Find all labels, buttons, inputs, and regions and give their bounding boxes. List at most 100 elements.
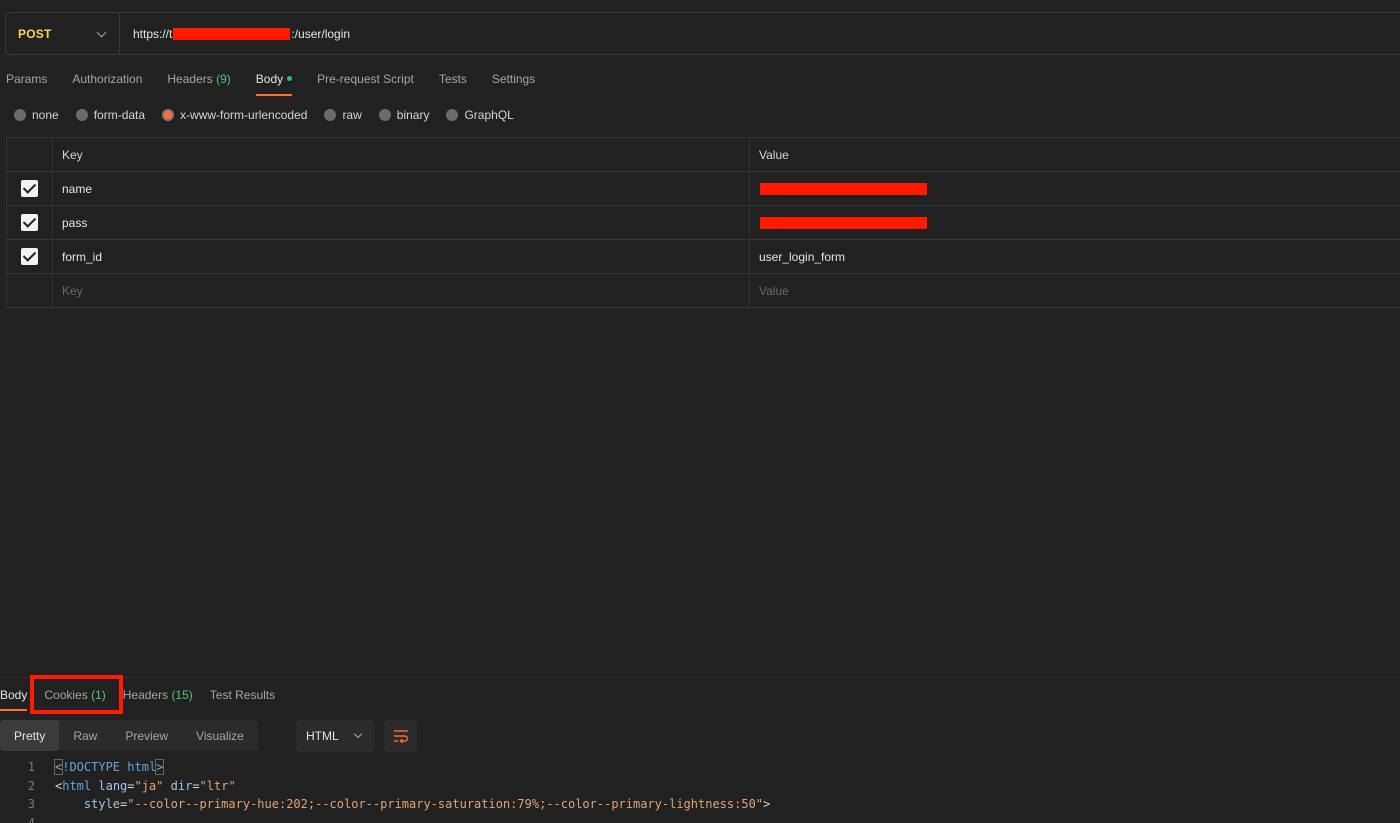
tab-params[interactable]: Params — [6, 66, 47, 96]
new-value-input[interactable]: Value — [750, 274, 1400, 307]
tab-label: Cookies — [44, 688, 88, 702]
tab-label: Params — [6, 72, 48, 86]
code-line: 1 <!DOCTYPE html> — [0, 758, 1400, 777]
radio-label: form-data — [93, 108, 146, 122]
radio-none[interactable]: none — [14, 108, 59, 122]
params-table: Key Value name pass form_id user_login_f… — [6, 137, 1400, 308]
value-cell[interactable] — [750, 172, 1400, 205]
radio-label: x-www-form-urlencoded — [180, 108, 308, 122]
value-redaction — [760, 182, 927, 195]
tab-count: (9) — [216, 72, 231, 86]
tab-tests[interactable]: Tests — [439, 66, 467, 96]
row-check-cell — [6, 274, 53, 307]
url-bar: POST https://t :/user/login — [5, 12, 1400, 55]
view-pretty[interactable]: Pretty — [0, 720, 60, 751]
language-select[interactable]: HTML — [296, 720, 375, 752]
url-prefix: https://t — [133, 26, 173, 41]
code-token: !DOCTYPE — [62, 760, 128, 775]
code-token: style — [83, 797, 121, 812]
row-check-cell — [6, 240, 53, 273]
code-token: > — [763, 797, 771, 812]
code-token: = — [127, 778, 135, 793]
table-header-row: Key Value — [6, 138, 1400, 172]
tab-label: Test Results — [209, 688, 276, 702]
code-token: > — [155, 759, 165, 776]
table-row: pass — [6, 206, 1400, 240]
new-param-row: Key Value — [6, 274, 1400, 308]
code-line: 4 — [0, 814, 1400, 823]
code-token: dir — [163, 778, 193, 793]
code-text: <html lang="ja" dir="ltr" — [35, 779, 236, 793]
view-mode-segmented: Pretty Raw Preview Visualize — [0, 720, 258, 751]
line-number: 1 — [27, 760, 35, 775]
code-token: html — [127, 760, 157, 775]
value-cell[interactable] — [750, 206, 1400, 239]
radio-label: binary — [396, 108, 430, 122]
response-tab-body[interactable]: Body — [0, 685, 28, 711]
view-visualize[interactable]: Visualize — [182, 720, 258, 751]
method-select[interactable]: POST — [6, 13, 120, 54]
response-tabs: Body Cookies (1) Headers (15) Test Resul… — [0, 685, 292, 711]
new-key-input[interactable]: Key — [53, 274, 750, 307]
tab-settings[interactable]: Settings — [492, 66, 535, 96]
checkbox-checked-icon[interactable] — [21, 248, 38, 265]
radio-label: none — [32, 108, 59, 122]
tab-count: (15) — [171, 688, 193, 702]
tab-label: Body — [255, 72, 284, 86]
key-cell[interactable]: pass — [53, 206, 750, 239]
code-text: style="--color--primary-hue:202;--color-… — [35, 797, 770, 811]
checkbox-checked-icon[interactable] — [21, 180, 38, 197]
response-tab-cookies[interactable]: Cookies (1) — [44, 685, 105, 711]
url-suffix: :/user/login — [291, 26, 351, 41]
radio-icon — [446, 109, 459, 121]
value-cell[interactable]: user_login_form — [750, 240, 1400, 273]
response-tab-headers[interactable]: Headers (15) — [123, 685, 193, 711]
key-cell[interactable]: name — [53, 172, 750, 205]
tab-authorization[interactable]: Authorization — [72, 66, 142, 96]
radio-icon — [14, 109, 26, 121]
code-token: html — [62, 778, 92, 793]
table-row: form_id user_login_form — [6, 240, 1400, 274]
radio-x-www-form-urlencoded[interactable]: x-www-form-urlencoded — [162, 108, 307, 122]
chevron-down-icon — [97, 29, 107, 39]
radio-selected-icon — [162, 109, 175, 121]
header-check-cell — [6, 138, 53, 171]
radio-raw[interactable]: raw — [324, 108, 362, 122]
wrap-lines-button[interactable] — [384, 720, 417, 752]
radio-label: GraphQL — [464, 108, 514, 122]
checkbox-checked-icon[interactable] — [21, 214, 38, 231]
value-redaction — [760, 216, 927, 229]
code-token: "--color--primary-hue:202;--color--prima… — [127, 797, 764, 812]
line-number: 3 — [27, 797, 35, 812]
radio-icon — [378, 109, 391, 121]
radio-icon — [324, 109, 337, 121]
radio-graphql[interactable]: GraphQL — [446, 108, 514, 122]
response-tab-test-results[interactable]: Test Results — [210, 685, 275, 711]
view-raw[interactable]: Raw — [59, 720, 111, 751]
request-tabs: Params Authorization Headers (9) Body Pr… — [6, 66, 560, 96]
response-code[interactable]: 1 <!DOCTYPE html> 2 <html lang="ja" dir=… — [0, 758, 1400, 823]
code-token: "ja" — [134, 778, 164, 793]
line-number: 2 — [27, 778, 35, 793]
modified-dot-icon — [287, 76, 293, 82]
tab-label: Headers — [167, 72, 213, 86]
response-divider[interactable] — [0, 677, 1400, 678]
radio-form-data[interactable]: form-data — [75, 108, 146, 122]
radio-icon — [75, 109, 88, 121]
body-type-radios: none form-data x-www-form-urlencoded raw… — [14, 108, 531, 122]
tab-label: Settings — [491, 72, 536, 86]
code-line: 2 <html lang="ja" dir="ltr" — [0, 777, 1400, 796]
radio-binary[interactable]: binary — [378, 108, 430, 122]
url-input[interactable]: https://t :/user/login — [120, 27, 350, 41]
code-token: = — [192, 778, 200, 793]
view-preview[interactable]: Preview — [111, 720, 182, 751]
key-cell[interactable]: form_id — [53, 240, 750, 273]
tab-body[interactable]: Body — [255, 66, 293, 96]
row-check-cell — [6, 206, 53, 239]
tab-label: Tests — [438, 72, 467, 86]
tab-headers[interactable]: Headers (9) — [167, 66, 230, 96]
key-column-header: Key — [53, 138, 750, 171]
method-label: POST — [18, 26, 52, 41]
code-token: "ltr" — [199, 778, 236, 793]
tab-pre-request-script[interactable]: Pre-request Script — [317, 66, 414, 96]
